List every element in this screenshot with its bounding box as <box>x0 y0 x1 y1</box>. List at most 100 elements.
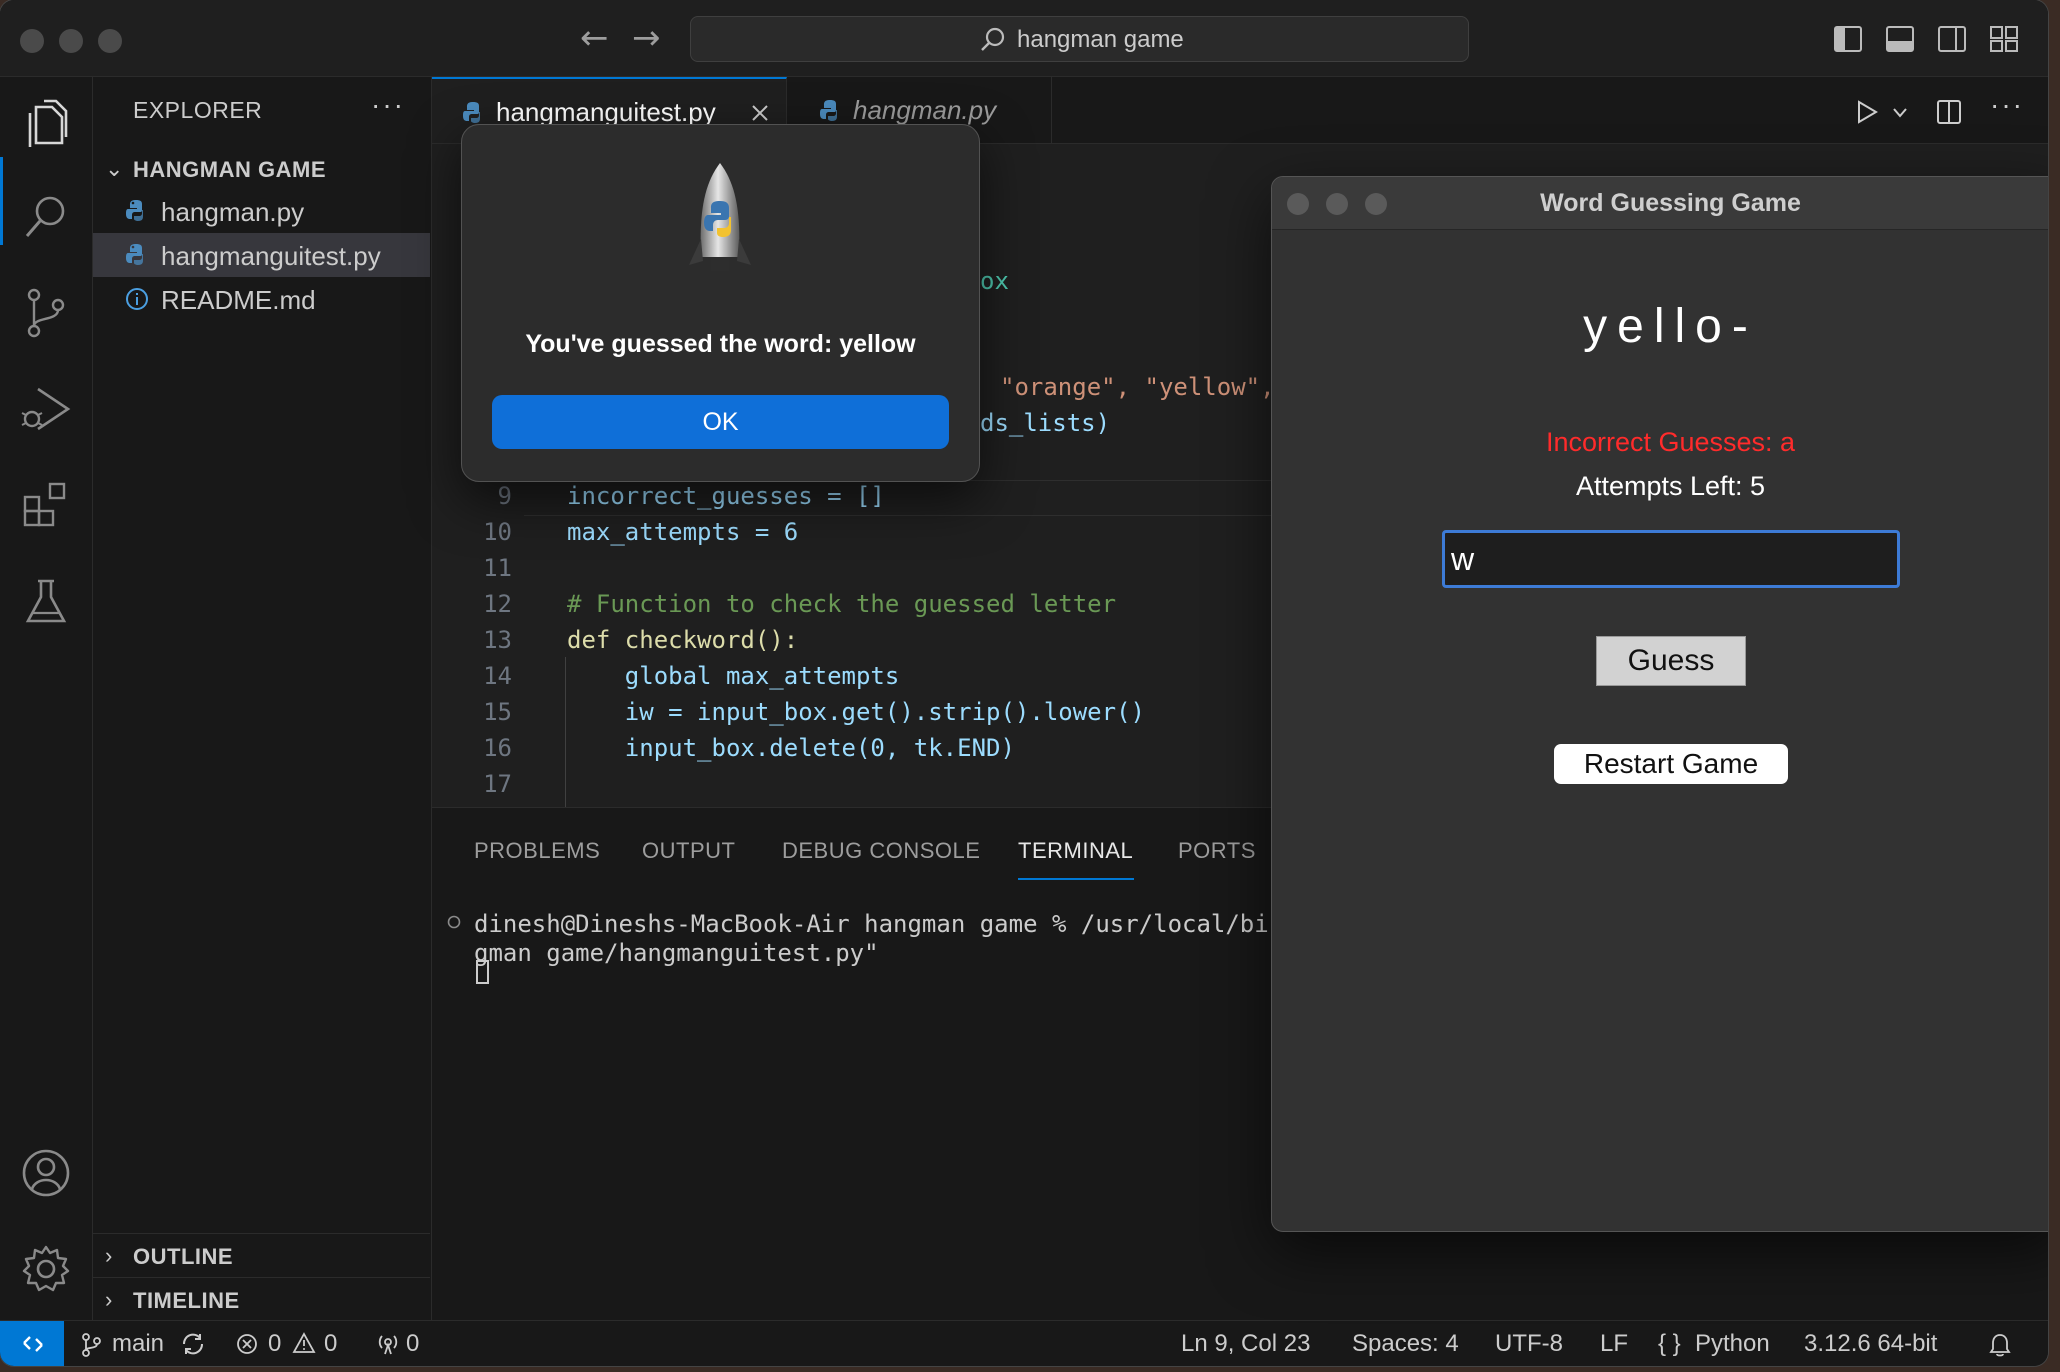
run-python-file-icon[interactable] <box>1854 99 1880 125</box>
code-fragment: ox <box>980 267 1009 295</box>
python-file-icon <box>820 100 837 121</box>
forward-arrow-icon[interactable]: → <box>632 18 661 58</box>
minimize-window-button[interactable] <box>59 29 83 53</box>
workspace-folder-header[interactable]: HANGMAN GAME <box>133 157 326 183</box>
run-and-debug-icon[interactable] <box>20 383 72 435</box>
line-number: 12 <box>483 590 512 618</box>
sync-icon[interactable] <box>180 1332 206 1356</box>
tab-debug-console[interactable]: DEBUG CONSOLE <box>782 838 980 864</box>
line-number: 17 <box>483 770 512 798</box>
python-file-icon <box>126 200 143 221</box>
end-of-line[interactable]: LF <box>1600 1330 1628 1358</box>
close-tab-icon[interactable] <box>750 103 770 123</box>
language-mode[interactable]: Python <box>1695 1330 1770 1358</box>
outline-section-header[interactable]: OUTLINE <box>133 1244 233 1270</box>
line-number: 9 <box>497 482 512 510</box>
indentation[interactable]: Spaces: 4 <box>1352 1330 1459 1358</box>
word-display: yello- <box>1583 300 1758 353</box>
file-item-readme-md[interactable]: README.md <box>93 277 430 321</box>
line-number: 10 <box>483 518 512 546</box>
code-line[interactable]: def checkword(): <box>567 626 798 654</box>
notifications-bell-icon[interactable] <box>1988 1332 2012 1358</box>
tab-terminal[interactable]: TERMINAL <box>1018 838 1133 864</box>
chevron-down-icon[interactable]: ⌄ <box>105 156 123 182</box>
error-icon[interactable] <box>236 1333 258 1355</box>
error-count[interactable]: 0 <box>268 1330 281 1358</box>
toggle-secondary-sidebar-icon[interactable] <box>1938 26 1966 52</box>
code-line[interactable]: # Function to check the guessed letter <box>567 590 1116 618</box>
file-name: hangman.py <box>161 197 305 227</box>
code-line[interactable]: global max_attempts <box>567 662 900 690</box>
file-name: README.md <box>161 285 316 315</box>
line-number: 16 <box>483 734 512 762</box>
encoding[interactable]: UTF-8 <box>1495 1330 1563 1358</box>
back-arrow-icon[interactable]: ← <box>580 18 609 58</box>
code-line[interactable]: max_attempts = 6 <box>567 518 798 546</box>
settings-gear-icon[interactable] <box>20 1243 72 1295</box>
file-item-hangmanguitest-py[interactable]: hangmanguitest.py <box>93 233 430 277</box>
explorer-more-actions-icon[interactable]: ··· <box>371 89 405 121</box>
chevron-down-icon[interactable] <box>1892 107 1908 119</box>
terminal-line: dinesh@Dineshs-MacBook-Air hangman game … <box>474 910 1298 938</box>
activity-bar <box>0 77 93 1320</box>
attempts-left-label: Attempts Left: 5 <box>1575 471 1766 501</box>
restart-game-button[interactable]: Restart Game <box>1554 744 1788 784</box>
warning-count[interactable]: 0 <box>324 1330 337 1358</box>
tab-output[interactable]: OUTPUT <box>642 838 735 864</box>
search-icon <box>981 27 1005 51</box>
code-fragment: "orange", "yellow", <box>1000 373 1275 401</box>
command-center-search[interactable]: hangman game <box>690 16 1469 62</box>
chevron-right-icon[interactable]: › <box>105 1287 112 1313</box>
code-line[interactable]: iw = input_box.get().strip().lower() <box>567 698 1145 726</box>
ok-button[interactable]: OK <box>492 395 949 449</box>
testing-flask-icon[interactable] <box>22 577 70 627</box>
indent-guide <box>565 657 566 807</box>
explorer-files-icon[interactable] <box>22 97 70 149</box>
warning-icon[interactable] <box>292 1332 316 1354</box>
ports-count[interactable]: 0 <box>406 1330 419 1358</box>
more-actions-icon[interactable]: ··· <box>1990 89 2024 121</box>
remote-indicator[interactable] <box>0 1321 64 1366</box>
toggle-panel-icon[interactable] <box>1886 26 1914 52</box>
tab-label: hangman.py <box>853 95 997 125</box>
split-editor-icon[interactable] <box>1936 99 1962 125</box>
code-fragment: ds_lists) <box>980 409 1111 437</box>
extensions-icon[interactable] <box>22 481 70 529</box>
alert-dialog: You've guessed the word: yellow OK <box>461 124 980 482</box>
python-file-icon <box>463 102 480 123</box>
guess-input[interactable] <box>1451 539 1881 579</box>
terminal-line: gman game/hangmanguitest.py" <box>474 939 879 967</box>
accounts-icon[interactable] <box>20 1147 72 1199</box>
chevron-right-icon[interactable]: › <box>105 1243 112 1269</box>
timeline-section-header[interactable]: TIMELINE <box>133 1288 240 1314</box>
ports-broadcast-icon[interactable] <box>374 1332 402 1356</box>
active-view-indicator <box>0 157 3 245</box>
code-line[interactable]: incorrect_guesses = [] <box>567 482 885 510</box>
remote-icon <box>23 1336 43 1352</box>
close-window-button[interactable] <box>20 29 44 53</box>
search-view-icon[interactable] <box>22 193 70 241</box>
guess-input-box[interactable] <box>1442 530 1900 588</box>
explorer-sidebar: EXPLORER ··· ⌄ HANGMAN GAME hangman.py h… <box>93 77 432 1320</box>
tab-ports[interactable]: PORTS <box>1178 838 1256 864</box>
tab-problems[interactable]: PROBLEMS <box>474 838 600 864</box>
python-file-icon <box>126 244 143 265</box>
source-control-icon[interactable] <box>22 287 70 339</box>
python-interpreter[interactable]: 3.12.6 64-bit <box>1804 1330 1937 1358</box>
file-item-hangman-py[interactable]: hangman.py <box>93 189 430 233</box>
terminal-cursor[interactable] <box>476 960 489 984</box>
cursor-position[interactable]: Ln 9, Col 23 <box>1181 1330 1310 1358</box>
zoom-window-button[interactable] <box>98 29 122 53</box>
customize-layout-icon[interactable] <box>1990 26 2018 52</box>
title-bar: ← → hangman game <box>0 0 2048 77</box>
file-name: hangmanguitest.py <box>161 241 381 271</box>
guess-button[interactable]: Guess <box>1596 636 1746 686</box>
incorrect-guesses-label: Incorrect Guesses: a <box>1545 427 1796 457</box>
line-number: 11 <box>483 554 512 582</box>
code-line[interactable]: input_box.delete(0, tk.END) <box>567 734 1015 762</box>
git-branch[interactable]: main <box>112 1330 164 1358</box>
toggle-primary-sidebar-icon[interactable] <box>1834 26 1862 52</box>
terminal-command-status-icon <box>447 915 461 929</box>
info-icon <box>126 288 148 310</box>
game-window-title: Word Guessing Game <box>1540 189 1801 217</box>
